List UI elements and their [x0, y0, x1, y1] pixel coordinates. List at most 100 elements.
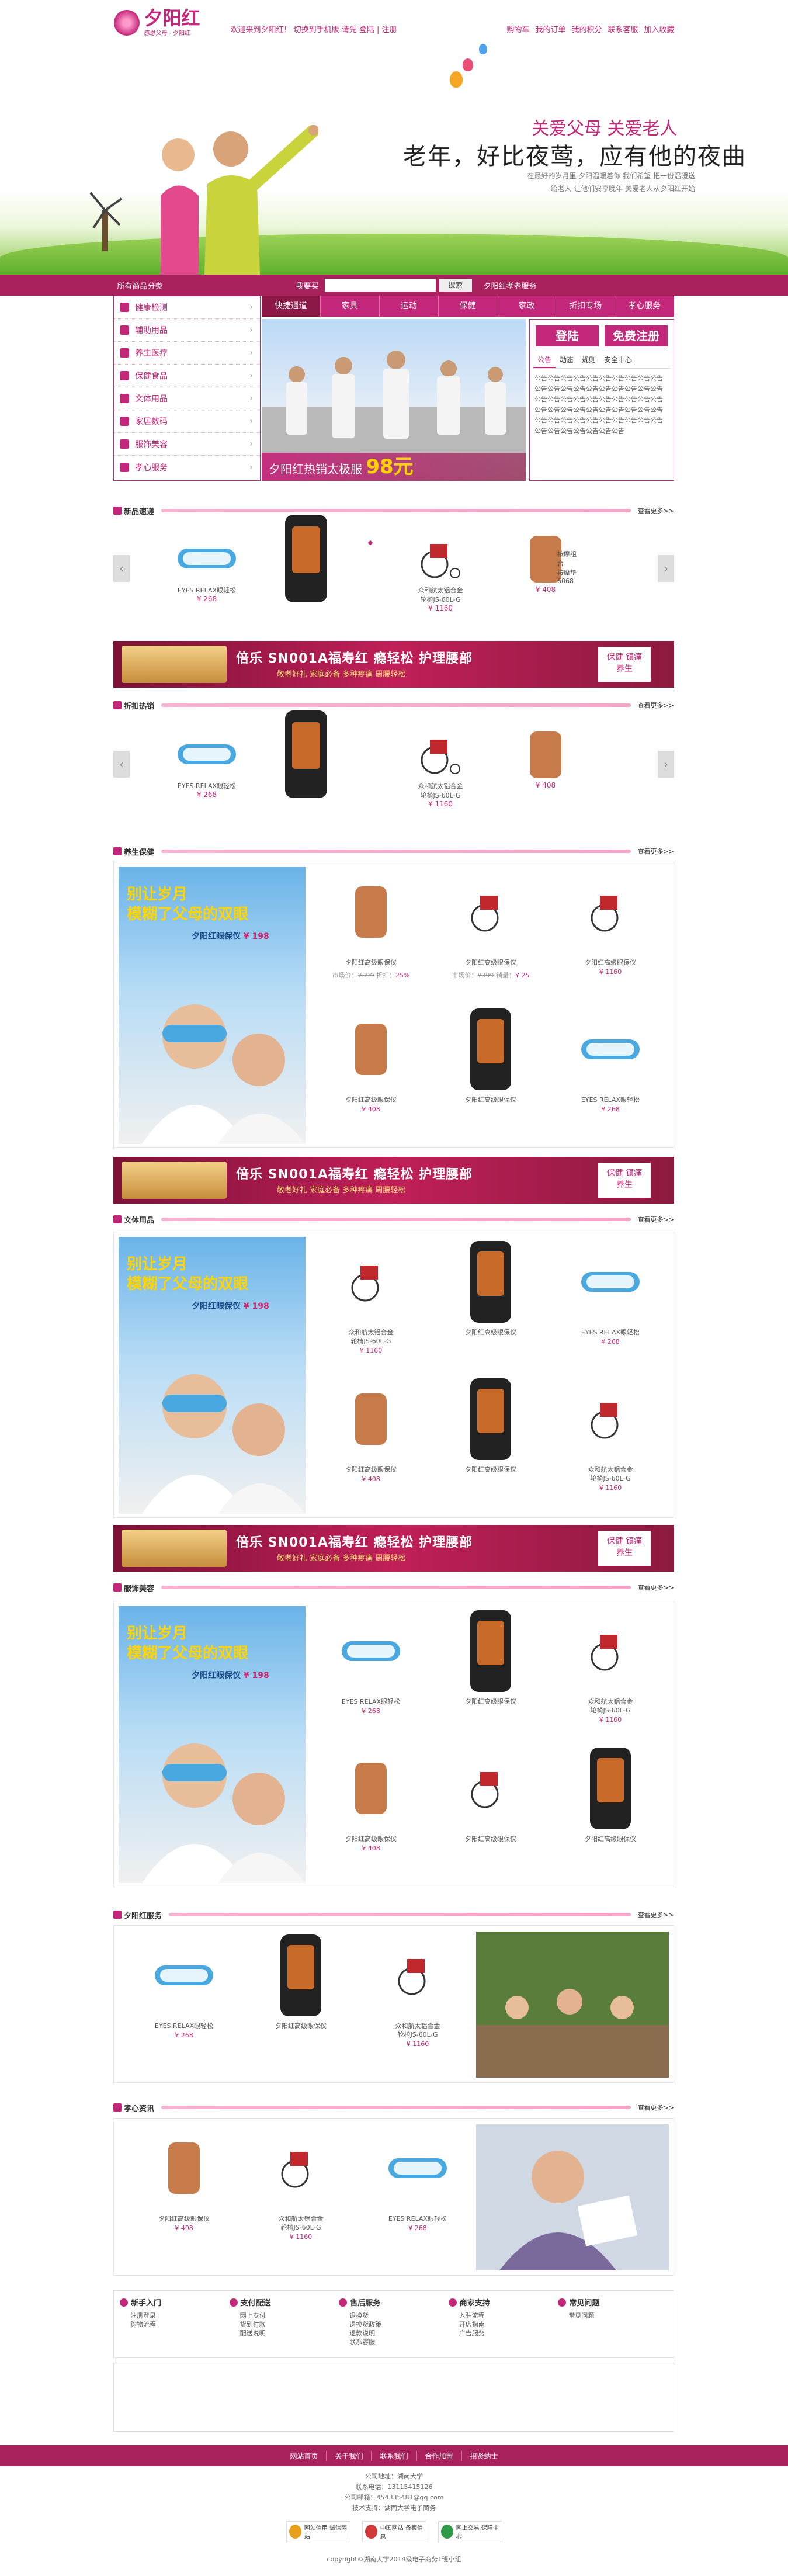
ad-banner[interactable]: 倍乐 SN001A福寿红 瘾轻松 护理腰部 敬老好礼 家庭必备 多种疼痛 周腰轻…	[113, 1157, 674, 1204]
grid-product[interactable]: 夕阳红高级眼保仪	[552, 1745, 669, 1882]
grid-product[interactable]: 夕阳红高级眼保仪 ¥ 408	[313, 1006, 429, 1143]
grid-product[interactable]: 众和航太铝合金 轮椅JS-60L-G ¥ 1160	[552, 1375, 669, 1513]
promo-slide[interactable]: 夕阳红热销太极服 98元	[262, 319, 526, 481]
grid-product[interactable]: 夕阳红高级眼保仪	[432, 1238, 549, 1375]
sidebar-item-health-check[interactable]: 健康检测 ›	[114, 296, 260, 319]
tab-discount[interactable]: 折扣专场	[556, 296, 616, 317]
eye-care-poster[interactable]: 别让岁月 模糊了父母的双眼 夕阳红眼保仪 ¥ 198	[119, 1237, 306, 1514]
slogan-primary: 关爱父母 关爱老人	[532, 119, 678, 139]
product-cushion-massager[interactable]: 按摩组合 按摩垫6068 ¥ 408	[511, 532, 581, 594]
seat-massager-image	[271, 515, 341, 602]
logo[interactable]: 夕阳红 感恩父母 · 夕阳红	[113, 8, 200, 37]
more-link[interactable]: 查看更多>>	[638, 1215, 674, 1224]
points-link[interactable]: 我的积分	[571, 23, 602, 34]
grid-product[interactable]: 夕阳红高级眼保仪	[432, 1745, 549, 1882]
grid-product[interactable]: 夕阳红高级眼保仪 ¥ 408	[313, 1745, 429, 1882]
sidebar-item-food[interactable]: 保健食品 ›	[114, 365, 260, 387]
more-link[interactable]: 查看更多>>	[638, 701, 674, 710]
all-categories-label[interactable]: 所有商品分类	[114, 280, 261, 291]
tab-health[interactable]: 保健	[439, 296, 498, 317]
product-cushion-massager[interactable]: ¥ 408	[511, 727, 581, 789]
tab-notice[interactable]: 公告	[533, 352, 556, 368]
cart-link[interactable]: 购物车	[506, 23, 529, 34]
login-button[interactable]: 登陆	[536, 325, 599, 346]
sidebar-item-aids[interactable]: 辅助用品 ›	[114, 319, 260, 342]
grid-product[interactable]: 夕阳红高级眼保仪 ¥ 1160	[552, 868, 669, 1006]
footer-link-hiring[interactable]: 招贤纳士	[462, 2451, 506, 2461]
product-wheelchair[interactable]: 众和航太铝合金 轮椅JS-60L-G ¥ 1160	[405, 532, 475, 612]
grid-product[interactable]: 夕阳红高级眼保仪 市场价：¥399 折扣：25%	[313, 868, 429, 1006]
tab-sport[interactable]: 运动	[380, 296, 439, 317]
footer-link-join[interactable]: 合作加盟	[417, 2450, 462, 2461]
grid-product[interactable]: EYES RELAX眼轻松 ¥ 268	[359, 2124, 476, 2262]
product-eye-massager[interactable]: EYES RELAX眼轻松 ¥ 268	[172, 727, 242, 799]
tab-furniture[interactable]: 家具	[321, 296, 380, 317]
welcome-text[interactable]: 欢迎来到夕阳红！ 切换到手机版 请先 登陆 | 注册	[231, 23, 397, 34]
footer-link-home[interactable]: 网站首页	[282, 2450, 327, 2461]
credit-badge[interactable]: 网站信用 诚信网站	[286, 2521, 350, 2542]
orders-link[interactable]: 我的订单	[535, 23, 565, 34]
grid-product[interactable]: EYES RELAX眼轻松 ¥ 268	[313, 1607, 429, 1745]
carousel-next-button[interactable]: ›	[658, 555, 674, 582]
volunteer-photo[interactable]	[476, 1932, 669, 2078]
trade-badge[interactable]: 网上交易 保障中心	[438, 2521, 502, 2542]
more-link[interactable]: 查看更多>>	[638, 1910, 674, 1919]
sidebar-item-fashion[interactable]: 服饰美容 ›	[114, 433, 260, 456]
search-bar: 所有商品分类 我要买 搜索 夕阳红孝老服务	[0, 275, 788, 296]
grid-product[interactable]: EYES RELAX眼轻松 ¥ 268	[552, 1006, 669, 1143]
grid-product[interactable]: 夕阳红高级眼保仪 ¥ 408	[313, 1375, 429, 1513]
footer-link-contact[interactable]: 联系我们	[372, 2450, 417, 2461]
grid-product[interactable]: EYES RELAX眼轻松 ¥ 268	[552, 1238, 669, 1375]
hot-search-link[interactable]: 夕阳红孝老服务	[484, 280, 537, 291]
search-input[interactable]	[324, 279, 436, 292]
carousel-prev-button[interactable]: ‹	[113, 555, 130, 582]
taichi-group-image	[262, 351, 526, 453]
tab-rules[interactable]: 规则	[578, 352, 600, 368]
register-button[interactable]: 免费注册	[605, 325, 668, 346]
product-seat-massager[interactable]	[271, 710, 341, 798]
sidebar-item-service[interactable]: 孝心服务 ›	[114, 456, 260, 479]
favorite-link[interactable]: 加入收藏	[644, 23, 674, 34]
more-link[interactable]: 查看更多>>	[638, 2103, 674, 2112]
record-badge[interactable]: 中国网站 备案信息	[362, 2521, 426, 2542]
grid-product[interactable]: 众和航太铝合金 轮椅JS-60L-G ¥ 1160	[552, 1607, 669, 1745]
grid-product[interactable]: 夕阳红高级眼保仪 ¥ 408	[126, 2124, 242, 2262]
sidebar-item-home[interactable]: 家居数码 ›	[114, 410, 260, 433]
more-link[interactable]: 查看更多>>	[638, 1583, 674, 1592]
product-eye-massager[interactable]: EYES RELAX眼轻松 ¥ 268	[172, 532, 242, 603]
grid-product[interactable]: 夕阳红高级眼保仪 市场价：¥399 销量：¥ 25	[432, 868, 549, 1006]
tab-housekeeping[interactable]: 家政	[497, 296, 557, 317]
tab-security[interactable]: 安全中心	[600, 352, 636, 368]
tab-filial-service[interactable]: 孝心服务	[615, 296, 675, 317]
grid-product[interactable]: 夕阳红高级眼保仪	[432, 1607, 549, 1745]
product-seat-massager[interactable]	[271, 515, 341, 602]
footer-link-about[interactable]: 关于我们	[327, 2450, 372, 2461]
carousel-prev-button[interactable]: ‹	[113, 751, 130, 778]
grid-product[interactable]: EYES RELAX眼轻松 ¥ 268	[126, 1932, 242, 2069]
grid-product[interactable]: 夕阳红高级眼保仪	[432, 1006, 549, 1143]
service-link[interactable]: 联系客服	[608, 23, 638, 34]
grid-product[interactable]: 众和航太铝合金 轮椅JS-60L-G ¥ 1160	[313, 1238, 429, 1375]
search-button[interactable]: 搜索	[439, 279, 472, 292]
carousel-next-button[interactable]: ›	[658, 751, 674, 778]
more-link[interactable]: 查看更多>>	[638, 847, 674, 856]
ad-banner[interactable]: 倍乐 SN001A福寿红 瘾轻松 护理腰部 敬老好礼 家庭必备 多种疼痛 周腰轻…	[113, 641, 674, 688]
eye-care-poster[interactable]: 别让岁月 模糊了父母的双眼 夕阳红眼保仪 ¥ 198	[119, 1606, 306, 1883]
eye-care-poster[interactable]: 别让岁月 模糊了父母的双眼 夕阳红眼保仪 ¥ 198	[119, 867, 306, 1144]
more-link[interactable]: 查看更多>>	[638, 506, 674, 515]
notice-tabs: 公告 动态 规则 安全中心	[533, 352, 670, 369]
trust-badges: 网站信用 诚信网站 中国网站 备案信息 网上交易 保障中心	[0, 2521, 788, 2542]
chevron-right-icon: ›	[249, 439, 253, 449]
sidebar-item-culture[interactable]: 文体用品 ›	[114, 387, 260, 410]
grid-product[interactable]: 众和航太铝合金 轮椅JS-60L-G ¥ 1160	[359, 1932, 476, 2069]
sidebar-item-medical[interactable]: 养生医疗 ›	[114, 342, 260, 365]
product-wheelchair[interactable]: 众和航太铝合金 轮椅JS-60L-G ¥ 1160	[405, 727, 475, 808]
elderly-man-photo[interactable]	[476, 2124, 669, 2270]
tab-news[interactable]: 动态	[556, 352, 578, 368]
ad-banner[interactable]: 倍乐 SN001A福寿红 瘾轻松 护理腰部 敬老好礼 家庭必备 多种疼痛 周腰轻…	[113, 1525, 674, 1572]
grid-product[interactable]: 夕阳红高级眼保仪	[432, 1375, 549, 1513]
login-panel: 登陆 免费注册 公告 动态 规则 安全中心 公告公告公告公告公告公告公告公告公告…	[529, 319, 674, 481]
grid-product[interactable]: 众和航太铝合金 轮椅JS-60L-G ¥ 1160	[242, 2124, 359, 2262]
tab-quick[interactable]: 快捷通道	[262, 296, 321, 317]
grid-product[interactable]: 夕阳红高级眼保仪	[242, 1932, 359, 2069]
